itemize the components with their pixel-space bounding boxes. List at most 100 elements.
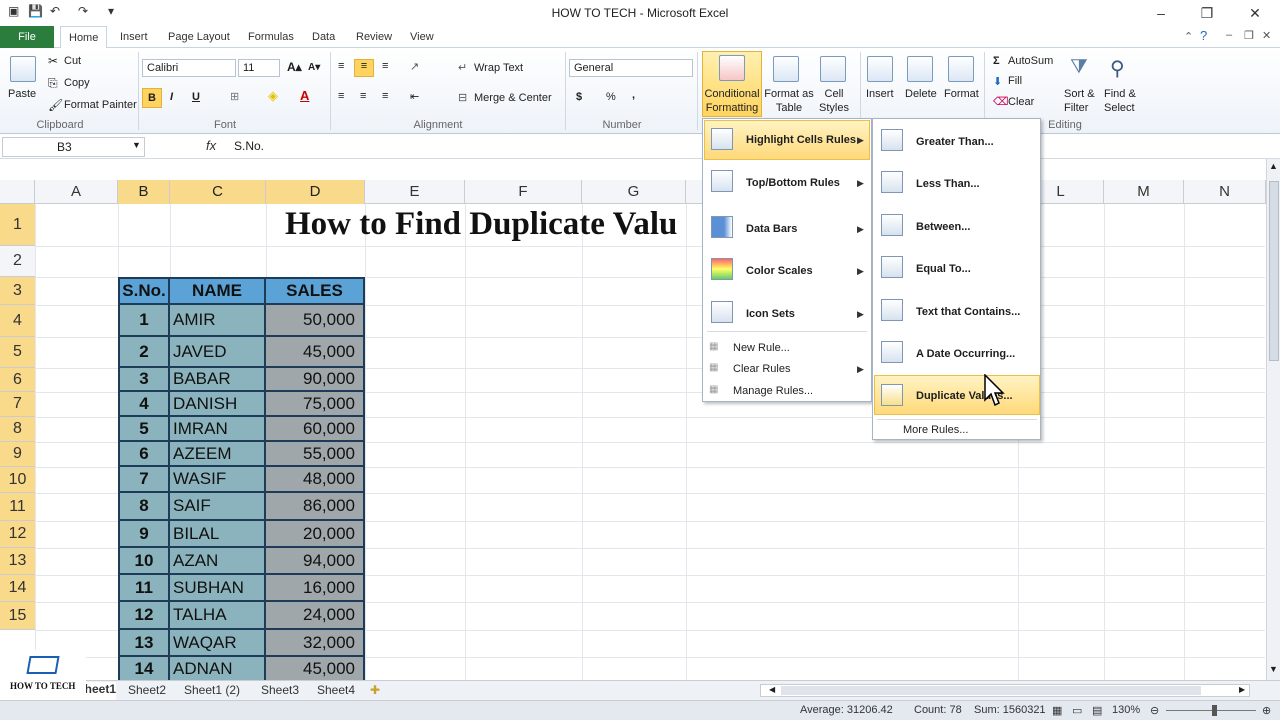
table-cell-sno[interactable]: 11 [118,575,170,602]
column-header-m[interactable]: M [1104,180,1184,204]
italic-button[interactable]: I [170,91,173,103]
conditional-formatting-button[interactable]: Conditional Formatting [702,51,762,117]
table-cell-sales[interactable]: 32,000 [266,630,365,657]
menu-item-more-rules[interactable]: More Rules... [903,424,968,436]
table-cell-name[interactable]: JAVED [170,337,266,368]
table-cell-sno[interactable]: 9 [118,521,170,548]
close-button[interactable]: ✕ [1240,2,1270,24]
format-as-table-button[interactable]: Format as [764,88,814,100]
insert-function-button[interactable]: fx [206,138,216,153]
tab-page-layout[interactable]: Page Layout [160,26,238,48]
zoom-slider-thumb[interactable] [1212,705,1217,716]
column-header-a[interactable]: A [35,180,118,204]
table-header-cell[interactable]: S.No. [118,277,170,305]
normal-view-icon[interactable]: ▦ [1052,704,1062,717]
table-cell-sales[interactable]: 55,000 [266,442,365,467]
sheet-title-cell[interactable]: How to Find Duplicate Valu [285,206,677,243]
sheet-tab-sheet1-2[interactable]: Sheet1 (2) [184,683,240,697]
page-layout-view-icon[interactable]: ▭ [1072,704,1082,717]
scroll-thumb[interactable] [1269,181,1279,361]
row-header-12[interactable]: 12 [0,521,35,548]
insert-cells-button[interactable]: Insert [866,88,894,100]
menu-item-icon-sets[interactable]: Icon Sets [746,308,795,320]
align-bottom-icon[interactable]: ≡ [382,60,388,72]
find-select-button[interactable]: Find & [1104,88,1136,100]
column-header-e[interactable]: E [365,180,465,204]
table-cell-sales[interactable]: 94,000 [266,548,365,575]
table-header-cell[interactable]: NAME [170,277,266,305]
row-header-14[interactable]: 14 [0,575,35,602]
table-cell-sno[interactable]: 13 [118,630,170,657]
clear-button[interactable]: Clear [1008,96,1034,108]
minimize-ribbon-icon[interactable]: ⌃ [1184,30,1193,43]
table-cell-name[interactable]: WASIF [170,467,266,493]
indent-icon[interactable]: ⇤ [410,90,419,103]
table-cell-sno[interactable]: 8 [118,493,170,521]
restore-button[interactable]: ❐ [1192,2,1222,24]
name-box[interactable]: B3 [2,137,145,157]
menu-item-data-bars[interactable]: Data Bars [746,223,797,235]
workbook-close-icon[interactable]: ✕ [1262,29,1271,42]
table-cell-sno[interactable]: 6 [118,442,170,467]
tab-home[interactable]: Home [60,26,108,49]
align-middle-icon[interactable]: ≡ [354,59,374,77]
table-cell-sales[interactable]: 60,000 [266,417,365,442]
autosum-button[interactable]: AutoSum [1008,55,1053,67]
menu-item-date-occurring[interactable]: A Date Occurring... [916,348,1015,360]
name-box-dropdown-icon[interactable]: ▼ [132,140,141,150]
align-left-icon[interactable]: ≡ [338,90,344,102]
row-header-13[interactable]: 13 [0,548,35,575]
page-break-view-icon[interactable]: ▤ [1092,704,1102,717]
table-cell-name[interactable]: BABAR [170,368,266,392]
zoom-in-icon[interactable]: ⊕ [1262,704,1271,717]
menu-item-new-rule[interactable]: New Rule... [733,342,790,354]
table-cell-sno[interactable]: 14 [118,657,170,682]
table-cell-sales[interactable]: 45,000 [266,337,365,368]
sheet-tab-sheet2[interactable]: Sheet2 [128,683,166,697]
table-cell-sales[interactable]: 45,000 [266,657,365,682]
menu-item-manage-rules[interactable]: Manage Rules... [733,385,813,397]
scroll-up-icon[interactable]: ▲ [1269,161,1278,171]
copy-button[interactable]: Copy [64,77,90,89]
column-header-c[interactable]: C [170,180,266,204]
orientation-icon[interactable]: ↗ [410,60,419,73]
table-cell-sales[interactable]: 48,000 [266,467,365,493]
menu-item-less-than[interactable]: Less Than... [916,178,980,190]
percent-button[interactable]: % [606,91,616,103]
table-cell-sales[interactable]: 50,000 [266,305,365,337]
table-cell-name[interactable]: ADNAN [170,657,266,682]
insert-sheet-icon[interactable]: ✚ [370,683,380,697]
row-header-2[interactable]: 2 [0,246,35,277]
table-cell-name[interactable]: SUBHAN [170,575,266,602]
tab-review[interactable]: Review [348,26,400,48]
bold-button[interactable]: B [142,88,162,108]
align-right-icon[interactable]: ≡ [382,90,388,102]
cut-button[interactable]: Cut [64,55,81,67]
fill-color-icon[interactable]: ◈ [268,88,278,104]
select-all-corner[interactable] [0,180,35,204]
menu-item-greater-than[interactable]: Greater Than... [916,136,994,148]
format-cells-button[interactable]: Format [944,88,979,100]
table-cell-sno[interactable]: 10 [118,548,170,575]
font-size-select[interactable]: 11 [238,59,280,77]
menu-item-equal-to[interactable]: Equal To... [916,263,971,275]
table-cell-sales[interactable]: 24,000 [266,602,365,630]
menu-item-highlight-cells-rules[interactable]: Highlight Cells Rules [746,134,856,146]
column-header-n[interactable]: N [1184,180,1266,204]
table-cell-sno[interactable]: 3 [118,368,170,392]
table-cell-name[interactable]: SAIF [170,493,266,521]
tab-view[interactable]: View [402,26,442,48]
comma-button[interactable]: , [632,89,635,101]
row-header-5[interactable]: 5 [0,337,35,368]
fill-button[interactable]: Fill [1008,75,1022,87]
row-header-11[interactable]: 11 [0,493,35,521]
table-cell-name[interactable]: DANISH [170,392,266,417]
row-header-15[interactable]: 15 [0,602,35,630]
menu-item-text-contains[interactable]: Text that Contains... [916,306,1020,318]
workbook-restore-icon[interactable]: ❐ [1244,29,1254,42]
table-cell-name[interactable]: BILAL [170,521,266,548]
row-header-6[interactable]: 6 [0,368,35,392]
table-cell-name[interactable]: WAQAR [170,630,266,657]
shrink-font-icon[interactable]: A▾ [308,62,320,73]
currency-button[interactable]: $ [576,91,582,103]
